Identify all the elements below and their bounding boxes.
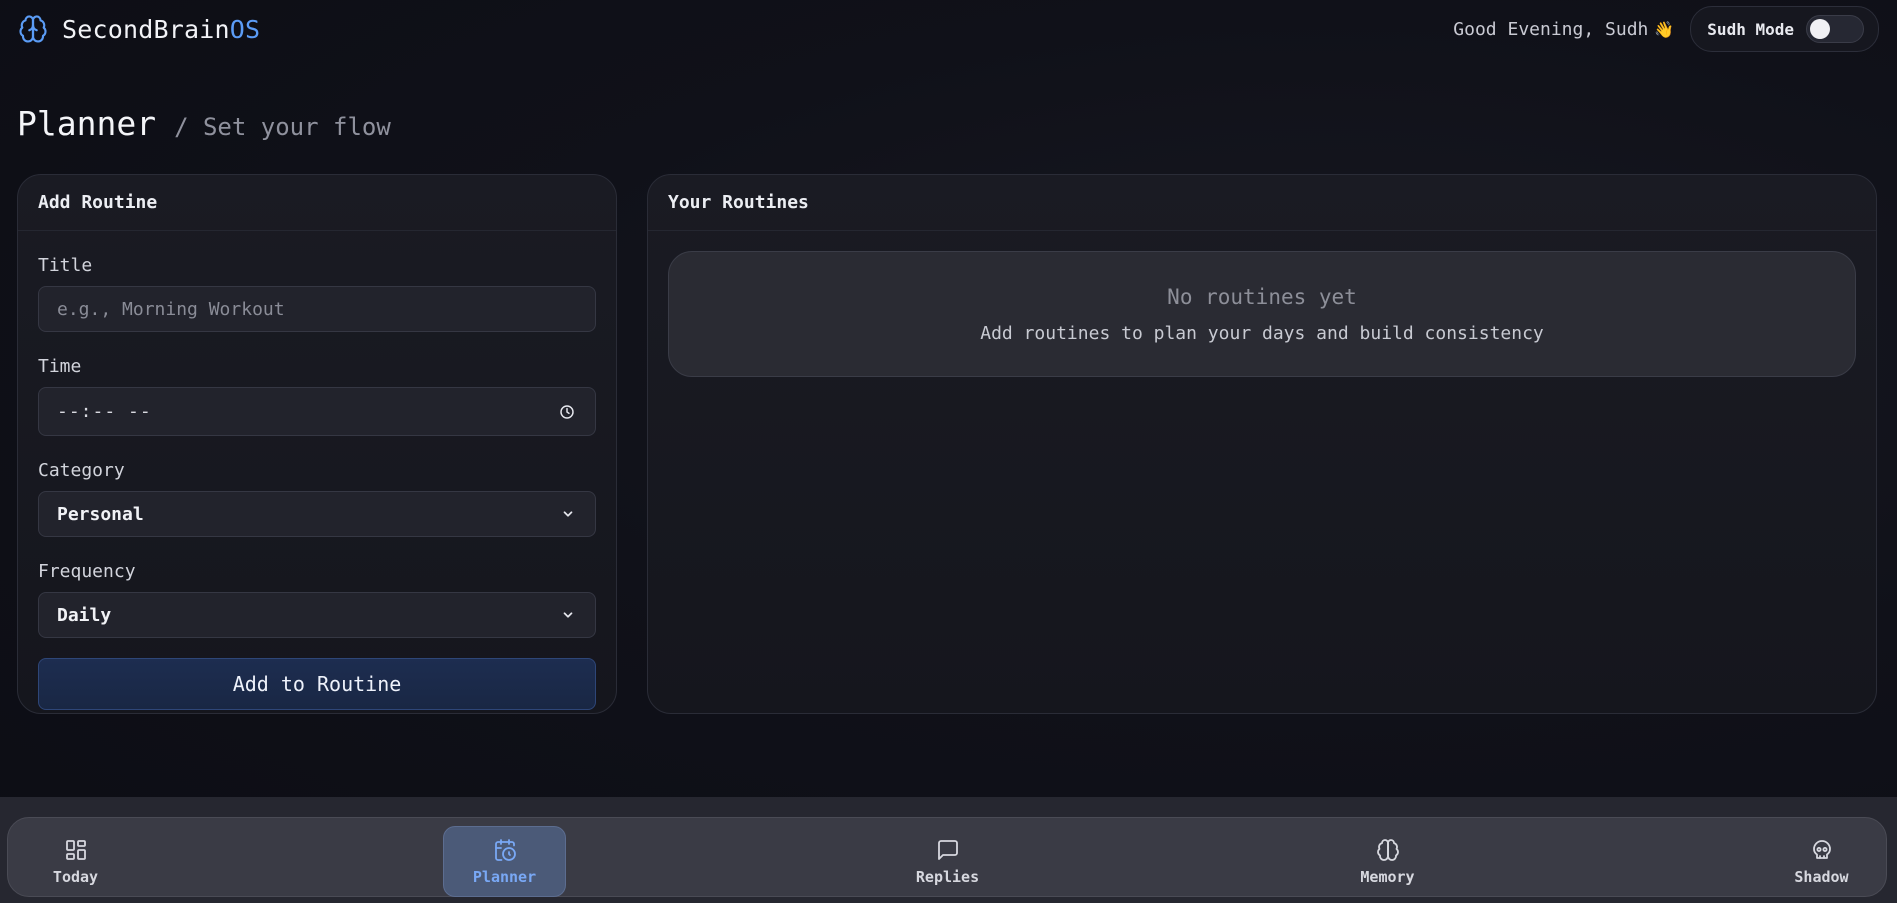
calendar-clock-icon (493, 838, 517, 862)
app-name-accent: OS (229, 14, 261, 44)
chevron-down-icon (561, 507, 575, 521)
category-value: Personal (57, 503, 144, 525)
nav-item-memory[interactable]: Memory (1326, 826, 1449, 897)
app-name: SecondBrainOS (62, 15, 260, 44)
title-field (38, 286, 596, 332)
greeting-text: Good Evening, Sudh (1453, 18, 1649, 40)
page-heading: Planner / Set your flow (17, 104, 391, 143)
skull-icon (1810, 838, 1834, 862)
page-title: Planner (17, 104, 157, 143)
brand[interactable]: SecondBrainOS (18, 14, 260, 44)
chevron-down-icon (561, 608, 575, 622)
toggle-knob (1810, 19, 1830, 39)
grid-icon (64, 838, 88, 862)
frequency-label: Frequency (38, 561, 136, 582)
clock-icon[interactable] (559, 404, 575, 420)
nav-item-planner[interactable]: Planner (443, 826, 566, 897)
your-routines-heading: Your Routines (648, 175, 1876, 231)
nav-label-replies: Replies (915, 867, 980, 886)
frequency-select[interactable]: Daily (38, 592, 596, 638)
frequency-value: Daily (57, 604, 112, 626)
page-subtitle: / Set your flow (174, 113, 391, 141)
mode-label: Sudh Mode (1707, 19, 1794, 39)
add-routine-card: Add Routine Title Time --:-- -- Category… (17, 174, 617, 714)
title-input[interactable] (57, 298, 575, 320)
nav-label-today: Today (52, 867, 99, 886)
time-value: --:-- -- (57, 401, 152, 422)
mode-toggle-container: Sudh Mode (1690, 6, 1879, 52)
category-select[interactable]: Personal (38, 491, 596, 537)
brain-icon (18, 14, 48, 44)
top-bar: SecondBrainOS Good Evening, Sudh 👋 Sudh M… (0, 0, 1897, 58)
nav-label-planner: Planner (472, 867, 537, 886)
add-routine-form: Title Time --:-- -- Category Personal Fr… (18, 231, 616, 710)
nav-item-shadow[interactable]: Shadow (1760, 826, 1883, 897)
empty-state-message: Add routines to plan your days and build… (980, 322, 1544, 344)
empty-state: No routines yet Add routines to plan you… (668, 251, 1856, 377)
greeting: Good Evening, Sudh 👋 (1453, 19, 1674, 40)
time-input[interactable]: --:-- -- (38, 387, 596, 436)
nav-item-replies[interactable]: Replies (886, 826, 1009, 897)
nav-item-today[interactable]: Today (14, 826, 137, 897)
empty-state-title: No routines yet (1167, 284, 1357, 309)
brain-icon (1376, 838, 1400, 862)
mode-toggle[interactable] (1806, 15, 1864, 43)
time-label: Time (38, 356, 82, 377)
wave-emoji: 👋 (1654, 19, 1675, 39)
bottom-nav: Today Planner Replies Memory Shadow (7, 817, 1887, 897)
your-routines-card: Your Routines No routines yet Add routin… (647, 174, 1877, 714)
header-right: Good Evening, Sudh 👋 Sudh Mode (1453, 6, 1879, 52)
add-to-routine-button[interactable]: Add to Routine (38, 658, 596, 710)
category-label: Category (38, 460, 125, 481)
title-label: Title (38, 255, 93, 276)
add-routine-heading: Add Routine (18, 175, 616, 231)
nav-label-shadow: Shadow (1794, 867, 1849, 886)
app-name-main: SecondBrain (62, 14, 230, 44)
message-square-icon (936, 838, 960, 862)
nav-label-memory: Memory (1360, 867, 1415, 886)
